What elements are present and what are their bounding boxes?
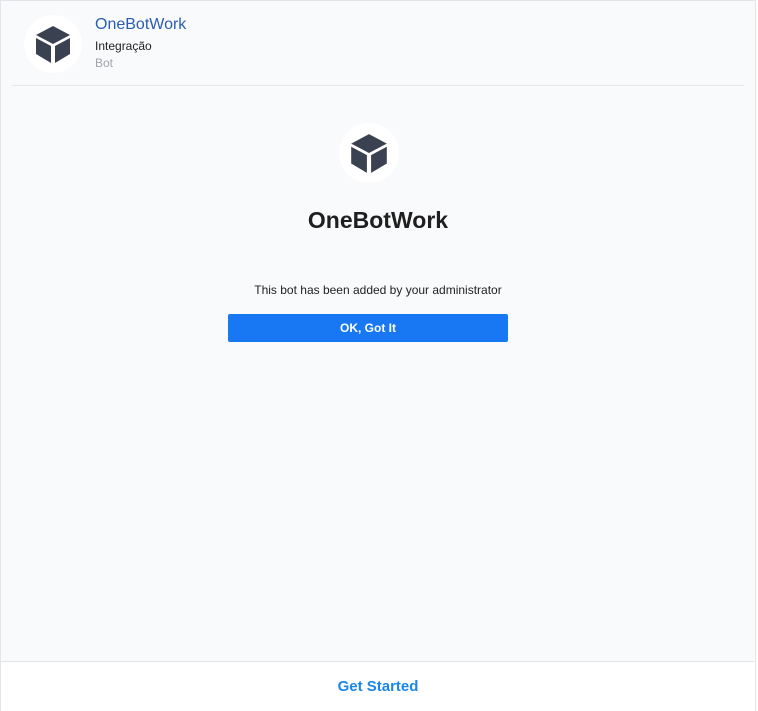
chat-header: OneBotWork Integração Bot	[1, 1, 755, 86]
admin-notice-text: This bot has been added by your administ…	[254, 283, 502, 297]
bot-type-label: Bot	[95, 56, 114, 70]
cube-icon	[347, 131, 391, 175]
get-started-button[interactable]: Get Started	[330, 674, 427, 699]
messenger-chat-window: OneBotWork Integração Bot OneBotWork Thi…	[0, 0, 756, 711]
bot-profile-avatar	[339, 123, 399, 183]
bot-profile-title: OneBotWork	[307, 207, 449, 233]
header-divider	[12, 85, 744, 86]
bot-avatar[interactable]	[24, 15, 82, 73]
chat-footer: Get Started	[1, 661, 755, 711]
cube-icon	[32, 23, 74, 65]
ok-got-it-button[interactable]: OK, Got It	[228, 314, 508, 342]
bot-category: Integração	[95, 39, 152, 53]
bot-name-link[interactable]: OneBotWork	[95, 15, 186, 35]
